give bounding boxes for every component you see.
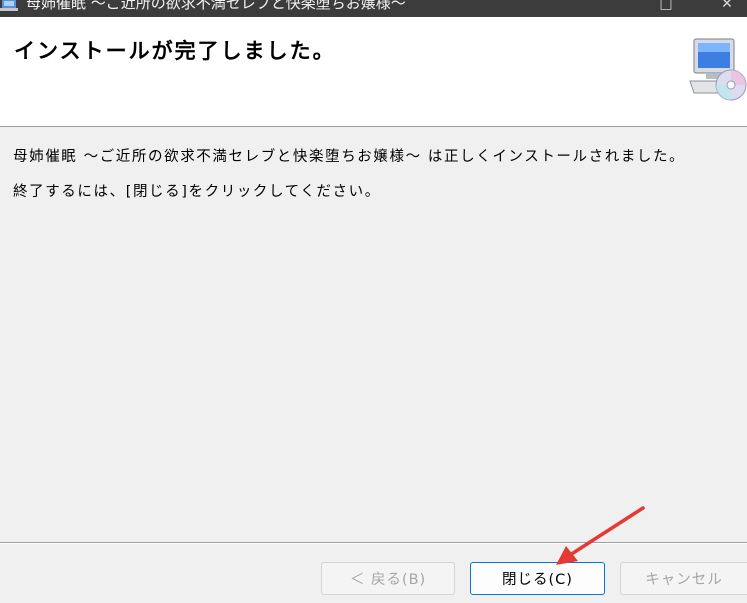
completion-message: 母姉催眠 ～ご近所の欲求不満セレブと快楽堕ちお嬢様～ は正しくインストールされま… [13,149,686,165]
cancel-button[interactable]: キャンセル [620,562,747,595]
close-window-button[interactable]: ✕ [707,0,747,17]
page-title: インストールが完了しました。 [14,39,336,63]
close-instruction: 終了するには、[閉じる]をクリックしてください。 [13,184,381,200]
window-title: 母姉催眠 ～ご近所の欲求不満セレブと快楽堕ちお嬢様～ [26,0,406,12]
minimize-button[interactable]: □ [646,0,686,17]
footer-divider [0,542,747,544]
computer-cd-icon [689,38,747,101]
title-bar: 母姉催眠 ～ご近所の欲求不満セレブと快楽堕ちお嬢様～ □ ✕ [0,0,747,17]
header-banner: インストールが完了しました。 [0,17,747,127]
close-button[interactable]: 閉じる(C) [470,562,605,595]
content-area: 母姉催眠 ～ご近所の欲求不満セレブと快楽堕ちお嬢様～ は正しくインストールされま… [13,148,738,218]
back-button[interactable]: ＜ 戻る(B) [321,562,455,595]
installer-app-icon [0,0,18,11]
